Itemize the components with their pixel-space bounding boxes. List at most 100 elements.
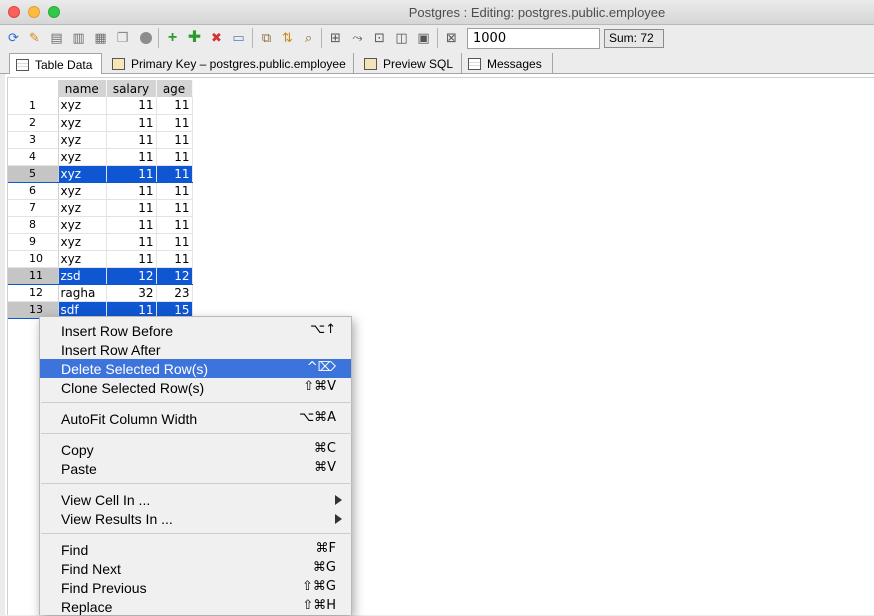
limit-rows-icon[interactable]: ⊠	[443, 29, 460, 46]
delete-row-icon[interactable]: ✖	[208, 29, 225, 46]
add-row-after-icon[interactable]: ✚	[186, 29, 203, 46]
menu-item-paste[interactable]: Paste ⌘V	[40, 459, 351, 478]
save-icon[interactable]: ▤	[48, 29, 65, 46]
row-number-cell[interactable]: 8	[8, 216, 59, 234]
row-number-cell[interactable]: 10	[8, 250, 59, 268]
row-number-cell[interactable]: 1	[8, 97, 59, 115]
menu-item-find-next[interactable]: Find Next ⌘G	[40, 559, 351, 578]
menu-item-insert-row-before[interactable]: Insert Row Before ⌥↑	[40, 321, 351, 340]
age-cell[interactable]: 11	[156, 97, 193, 115]
row-number-cell[interactable]: 3	[8, 131, 59, 149]
age-cell[interactable]: 11	[156, 148, 193, 166]
menu-item-insert-row-after[interactable]: Insert Row After	[40, 340, 351, 359]
table-row[interactable]: 5 xyz 11 11	[8, 165, 193, 183]
row-number-cell[interactable]: 4	[8, 148, 59, 166]
name-cell[interactable]: xyz	[58, 131, 107, 149]
column-header-salary[interactable]: salary	[106, 80, 157, 97]
tab-table-data[interactable]: Table Data	[9, 53, 102, 75]
name-cell[interactable]: xyz	[58, 148, 107, 166]
export-icon[interactable]: ⊡	[371, 29, 388, 46]
table-row[interactable]: 3 xyz 11 11	[8, 131, 193, 149]
edit-icon[interactable]: ✎	[26, 29, 43, 46]
salary-cell[interactable]: 11	[106, 114, 157, 132]
name-cell[interactable]: xyz	[58, 250, 107, 268]
row-number-cell[interactable]: 5	[8, 165, 59, 183]
table-row[interactable]: 7 xyz 11 11	[8, 199, 193, 217]
salary-cell[interactable]: 11	[106, 97, 157, 115]
salary-cell[interactable]: 11	[106, 233, 157, 251]
age-cell[interactable]: 11	[156, 114, 193, 132]
tab-messages[interactable]: Messages	[462, 53, 553, 74]
name-cell[interactable]: xyz	[58, 216, 107, 234]
salary-cell[interactable]: 11	[106, 250, 157, 268]
name-cell[interactable]: xyz	[58, 199, 107, 217]
menu-item-view-results-in[interactable]: View Results In ...	[40, 509, 351, 528]
salary-cell[interactable]: 11	[106, 148, 157, 166]
table-row[interactable]: 12 ragha 32 23	[8, 284, 193, 302]
print-icon[interactable]: ▦	[92, 29, 109, 46]
menu-item-clone-selected-rows[interactable]: Clone Selected Row(s) ⇧⌘V	[40, 378, 351, 397]
age-cell[interactable]: 11	[156, 250, 193, 268]
save-all-icon[interactable]: ▥	[70, 29, 87, 46]
name-cell[interactable]: xyz	[58, 165, 107, 183]
table-row[interactable]: 10 xyz 11 11	[8, 250, 193, 268]
salary-cell[interactable]: 32	[106, 284, 157, 302]
stop-icon[interactable]	[137, 29, 154, 46]
add-row-icon[interactable]: +	[164, 29, 181, 46]
menu-item-find[interactable]: Find ⌘F	[40, 540, 351, 559]
row-number-cell[interactable]: 12	[8, 284, 59, 302]
column-header-name[interactable]: name	[58, 80, 107, 97]
first-page-icon[interactable]: ⊞	[327, 29, 344, 46]
menu-item-find-previous[interactable]: Find Previous ⇧⌘G	[40, 578, 351, 597]
run-icon[interactable]: ⤳	[349, 29, 366, 46]
table-row[interactable]: 11 zsd 12 12	[8, 267, 193, 285]
name-cell[interactable]: xyz	[58, 114, 107, 132]
menu-item-view-cell-in[interactable]: View Cell In ...	[40, 490, 351, 509]
age-cell[interactable]: 11	[156, 165, 193, 183]
salary-cell[interactable]: 11	[106, 131, 157, 149]
copy-icon[interactable]: ❐	[114, 29, 131, 46]
row-number-cell[interactable]: 6	[8, 182, 59, 200]
tab-preview-sql[interactable]: Preview SQL	[358, 53, 462, 74]
age-cell[interactable]: 11	[156, 131, 193, 149]
table-row[interactable]: 6 xyz 11 11	[8, 182, 193, 200]
age-cell[interactable]: 12	[156, 267, 193, 285]
name-cell[interactable]: zsd	[58, 267, 107, 285]
name-cell[interactable]: ragha	[58, 284, 107, 302]
name-cell[interactable]: xyz	[58, 233, 107, 251]
column-header-age[interactable]: age	[156, 80, 193, 97]
table-row[interactable]: 4 xyz 11 11	[8, 148, 193, 166]
menu-item-autofit-column-width[interactable]: AutoFit Column Width ⌥⌘A	[40, 409, 351, 428]
table-row[interactable]: 8 xyz 11 11	[8, 216, 193, 234]
row-number-cell[interactable]: 2	[8, 114, 59, 132]
row-limit-input[interactable]: 1000	[467, 28, 600, 49]
tab-primary-key[interactable]: Primary Key – postgres.public.employee	[106, 53, 354, 74]
name-cell[interactable]: xyz	[58, 97, 107, 115]
salary-cell[interactable]: 11	[106, 216, 157, 234]
salary-cell[interactable]: 12	[106, 267, 157, 285]
row-number-cell[interactable]: 7	[8, 199, 59, 217]
sort-icon[interactable]: ⇅	[279, 29, 296, 46]
age-cell[interactable]: 11	[156, 182, 193, 200]
age-cell[interactable]: 11	[156, 216, 193, 234]
age-cell[interactable]: 23	[156, 284, 193, 302]
menu-item-replace[interactable]: Replace ⇧⌘H	[40, 597, 351, 616]
salary-cell[interactable]: 11	[106, 165, 157, 183]
layout-icon[interactable]: ▣	[415, 29, 432, 46]
row-number-cell[interactable]: 11	[8, 267, 59, 285]
find-icon[interactable]: ⌕	[300, 29, 317, 46]
row-number-cell[interactable]: 9	[8, 233, 59, 251]
age-cell[interactable]: 11	[156, 199, 193, 217]
name-cell[interactable]: xyz	[58, 182, 107, 200]
menu-item-delete-selected-rows[interactable]: Delete Selected Row(s) ^⌦	[40, 359, 351, 378]
age-cell[interactable]: 11	[156, 233, 193, 251]
table-row[interactable]: 2 xyz 11 11	[8, 114, 193, 132]
table-row[interactable]: 9 xyz 11 11	[8, 233, 193, 251]
refresh-icon[interactable]: ⟳	[5, 29, 22, 46]
salary-cell[interactable]: 11	[106, 199, 157, 217]
menu-item-copy[interactable]: Copy ⌘C	[40, 440, 351, 459]
import-icon[interactable]: ◫	[393, 29, 410, 46]
salary-cell[interactable]: 11	[106, 182, 157, 200]
filter-icon[interactable]: ⧉	[258, 29, 275, 46]
clone-row-icon[interactable]: ▭	[230, 29, 247, 46]
